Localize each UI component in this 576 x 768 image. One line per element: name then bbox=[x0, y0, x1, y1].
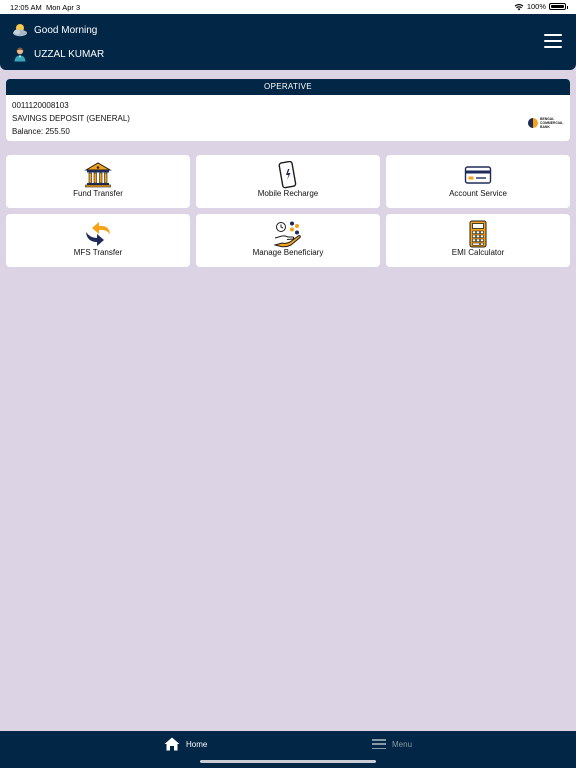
fund-transfer-label: Fund Transfer bbox=[73, 189, 123, 198]
mfs-transfer-label: MFS Transfer bbox=[73, 248, 123, 257]
nav-menu[interactable]: Menu bbox=[372, 739, 412, 749]
user-row: UZZAL KUMAR bbox=[12, 46, 104, 62]
mobile-phone-icon bbox=[278, 161, 297, 189]
account-service-button[interactable]: Account Service bbox=[386, 155, 570, 208]
battery-percent: 100% bbox=[526, 2, 546, 11]
services-grid: Fund Transfer Mobile Recharge Account Se… bbox=[6, 155, 570, 267]
mobile-recharge-label: Mobile Recharge bbox=[257, 189, 319, 198]
status-right: 100% bbox=[514, 2, 568, 11]
wifi-icon bbox=[514, 3, 524, 10]
manage-beneficiary-label: Manage Beneficiary bbox=[252, 248, 324, 257]
greeting-text: Good Morning bbox=[34, 24, 98, 36]
calculator-icon bbox=[469, 220, 487, 248]
home-icon bbox=[164, 737, 180, 751]
emi-calculator-button[interactable]: EMI Calculator bbox=[386, 214, 570, 267]
status-time: 12:05 AM bbox=[10, 3, 42, 12]
bottom-navigation: Home Menu bbox=[0, 731, 576, 768]
user-avatar-icon bbox=[14, 47, 26, 62]
account-balance: Balance: 255.50 bbox=[12, 126, 70, 136]
account-status: OPERATIVE bbox=[6, 79, 570, 95]
menu-icon bbox=[372, 739, 386, 749]
manage-beneficiary-button[interactable]: Manage Beneficiary bbox=[196, 214, 380, 267]
account-type: SAVINGS DEPOSIT (GENERAL) bbox=[12, 113, 130, 123]
bank-logo-text: BENGAL COMMERCIAL BANK bbox=[540, 117, 564, 129]
status-date: Mon Apr 3 bbox=[46, 3, 81, 12]
beneficiary-icon bbox=[274, 221, 301, 248]
weather-cloud-moon-icon bbox=[13, 24, 27, 37]
mfs-transfer-button[interactable]: MFS Transfer bbox=[6, 214, 190, 267]
nav-menu-label: Menu bbox=[392, 739, 413, 749]
account-card[interactable]: OPERATIVE 0011120008103 SAVINGS DEPOSIT … bbox=[6, 79, 570, 141]
nav-home-label: Home bbox=[186, 739, 208, 749]
transfer-arrows-icon bbox=[86, 222, 110, 246]
greeting-row: Good Morning bbox=[12, 23, 97, 37]
account-number: 0011120008103 bbox=[12, 101, 69, 110]
account-service-label: Account Service bbox=[449, 189, 507, 198]
bank-logo-icon bbox=[528, 118, 538, 128]
status-bar: 12:05 AM Mon Apr 3 100% bbox=[0, 0, 576, 14]
card-icon bbox=[464, 166, 492, 184]
bank-icon bbox=[84, 162, 112, 188]
bank-logo: BENGAL COMMERCIAL BANK bbox=[528, 117, 564, 129]
user-name: UZZAL KUMAR bbox=[34, 48, 105, 60]
mobile-recharge-button[interactable]: Mobile Recharge bbox=[196, 155, 380, 208]
fund-transfer-button[interactable]: Fund Transfer bbox=[6, 155, 190, 208]
emi-calculator-label: EMI Calculator bbox=[451, 248, 505, 257]
home-indicator bbox=[200, 760, 376, 763]
nav-home[interactable]: Home bbox=[164, 737, 207, 751]
app-header: Good Morning UZZAL KUMAR bbox=[0, 14, 576, 70]
battery-icon bbox=[549, 3, 568, 10]
hamburger-menu-icon[interactable] bbox=[544, 34, 562, 48]
